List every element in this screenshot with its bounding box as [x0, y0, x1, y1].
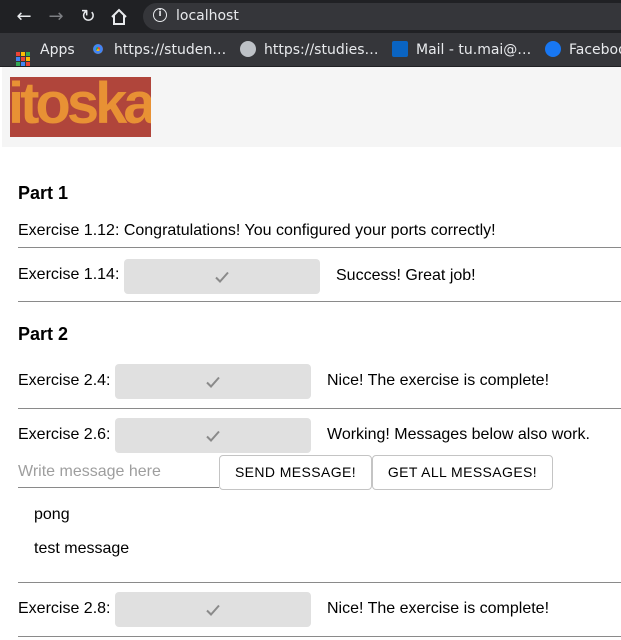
message-input[interactable]	[18, 456, 219, 488]
bookmark-studen[interactable]: https://studen…	[90, 39, 226, 61]
back-arrow-icon[interactable]: ←	[13, 6, 35, 28]
globe-icon	[240, 41, 256, 57]
exercise-2-4-button[interactable]	[115, 364, 311, 399]
get-all-messages-button[interactable]: GET ALL MESSAGES!	[372, 455, 553, 490]
part-1-title: Part 1	[18, 183, 69, 203]
divider	[18, 301, 621, 302]
divider	[18, 408, 621, 409]
site-info-icon[interactable]: i	[153, 8, 167, 22]
home-icon[interactable]	[108, 6, 130, 28]
bookmark-apps[interactable]: Apps	[16, 39, 75, 66]
bookmark-label: https://studen…	[114, 42, 227, 58]
send-message-button[interactable]: SEND MESSAGE!	[219, 455, 372, 490]
divider	[18, 582, 621, 583]
forward-arrow-icon[interactable]: →	[45, 6, 67, 28]
browser-toolbar: ← → ↻ i localhost	[0, 0, 621, 33]
address-url: localhost	[176, 8, 239, 24]
bookmarks-bar: Apps https://studen… https://studies… Ma…	[0, 33, 621, 67]
facebook-icon	[545, 41, 561, 57]
part-2-title: Part 2	[18, 324, 69, 344]
bookmark-label: Mail - tu.mai@…	[416, 42, 532, 58]
logo: itoska	[10, 77, 151, 137]
bookmark-label: Faceboo	[569, 42, 621, 58]
check-icon	[206, 376, 220, 388]
reload-icon[interactable]: ↻	[77, 6, 99, 28]
exercise-1-12-text: Exercise 1.12: Congratulations! You conf…	[18, 222, 496, 239]
exercise-2-8-status: Nice! The exercise is complete!	[327, 600, 550, 617]
bookmark-label: https://studies…	[264, 42, 379, 58]
bookmark-mail[interactable]: Mail - tu.mai@…	[392, 39, 531, 61]
exercise-2-8-button[interactable]	[115, 592, 311, 627]
apps-grid-icon	[16, 52, 30, 66]
bookmark-label: Apps	[40, 42, 75, 58]
exercise-2-4-status: Nice! The exercise is complete!	[327, 372, 550, 389]
divider	[18, 636, 621, 637]
bookmark-studies[interactable]: https://studies…	[240, 39, 379, 61]
exercise-2-4-label: Exercise 2.4:	[18, 372, 111, 389]
outlook-icon	[392, 41, 408, 57]
exercise-2-6-status: Working! Messages below also work.	[327, 426, 590, 443]
check-icon	[215, 271, 229, 283]
exercise-2-6-button[interactable]	[115, 418, 311, 453]
logo-text: itoska	[10, 77, 151, 136]
check-icon	[206, 430, 220, 442]
exercise-1-14-button[interactable]	[124, 259, 320, 294]
check-icon	[206, 604, 220, 616]
chrome-icon	[90, 41, 106, 57]
exercise-2-6-label: Exercise 2.6:	[18, 426, 111, 443]
message-item: pong	[34, 506, 70, 523]
exercise-1-14-status: Success! Great job!	[336, 267, 476, 284]
bookmark-facebook[interactable]: Faceboo	[545, 39, 621, 61]
exercise-1-14-label: Exercise 1.14:	[18, 266, 120, 283]
exercise-2-8-label: Exercise 2.8:	[18, 600, 111, 617]
message-item: test message	[34, 540, 130, 557]
address-bar[interactable]: i localhost	[143, 3, 621, 30]
divider	[18, 247, 621, 248]
